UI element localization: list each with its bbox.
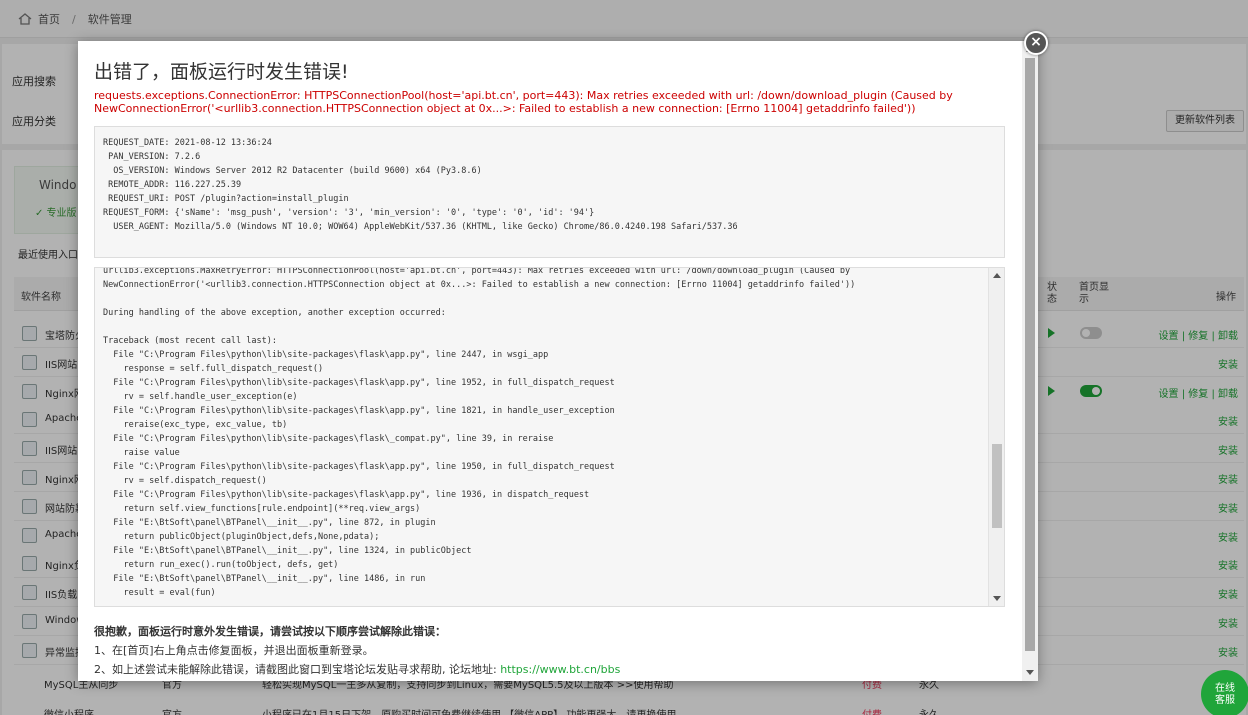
online-support-label: 在线 客服 (1215, 683, 1235, 706)
help-step-2: 2、如上述尝试未能解除此错误，请截图此窗口到宝塔论坛发贴寻求帮助, 论坛地址: … (94, 661, 620, 677)
traceback-line: File "C:\Program Files\python\lib\site-p… (103, 406, 615, 416)
traceback-line: File "C:\Program Files\python\lib\site-p… (103, 378, 615, 388)
traceback-line: File "C:\Program Files\python\lib\site-p… (103, 434, 554, 444)
scroll-thumb[interactable] (992, 444, 1002, 528)
modal-scroll-thumb[interactable] (1025, 58, 1035, 651)
traceback-line: rv = self.dispatch_request() (103, 476, 267, 486)
traceback-line (103, 320, 988, 334)
traceback-line: rv = self.handle_user_exception(e) (103, 392, 298, 402)
close-icon[interactable]: × (1024, 31, 1048, 55)
request-info-box: REQUEST_DATE: 2021-08-12 13:36:24 PAN_VE… (94, 126, 1005, 258)
traceback-line: reraise(exc_type, exc_value, tb) (103, 420, 288, 430)
forum-link[interactable]: https://www.bt.cn/bbs (500, 663, 620, 676)
traceback-line: return self.view_functions[rule.endpoint… (103, 504, 421, 514)
online-support-button[interactable]: 在线 客服 (1201, 670, 1248, 715)
modal-scrollbar[interactable] (1022, 41, 1038, 681)
help-step-2-text: 2、如上述尝试未能解除此错误，请截图此窗口到宝塔论坛发贴寻求帮助, 论坛地址: (94, 663, 501, 676)
traceback-line: result = eval(fun) (103, 588, 216, 598)
traceback-scrollbar[interactable] (988, 268, 1004, 606)
modal-scroll-down-icon[interactable] (1026, 670, 1034, 675)
traceback-line: urllib3.exceptions.MaxRetryError: HTTPSC… (103, 267, 856, 290)
traceback-line: Traceback (most recent call last): (103, 336, 277, 346)
help-title: 很抱歉，面板运行时意外发生错误，请尝试按以下顺序尝试解除此错误： (94, 625, 446, 638)
traceback-text: urllib3.exceptions.MaxRetryError: HTTPSC… (103, 267, 988, 600)
traceback-line: File "E:\BtSoft\panel\BTPanel\__init__.p… (103, 574, 426, 584)
request-info-line: REQUEST_URI: POST /plugin?action=install… (103, 194, 349, 204)
scroll-down-icon[interactable] (993, 596, 1001, 601)
modal-title: 出错了，面板运行时发生错误! (94, 61, 349, 83)
traceback-line: raise value (103, 448, 180, 458)
help-step-1: 1、在[首页]右上角点击修复面板，并退出面板重新登录。 (94, 644, 374, 657)
traceback-line: return publicObject(pluginObject,defs,No… (103, 532, 380, 542)
request-info-line: REMOTE_ADDR: 116.227.25.39 (103, 180, 242, 190)
traceback-line (103, 292, 988, 306)
error-message: requests.exceptions.ConnectionError: HTT… (94, 89, 953, 115)
request-info-line: PAN_VERSION: 7.2.6 (103, 152, 201, 162)
request-info-line: OS_VERSION: Windows Server 2012 R2 Datac… (103, 166, 482, 176)
traceback-box[interactable]: urllib3.exceptions.MaxRetryError: HTTPSC… (94, 267, 1005, 607)
traceback-line: File "C:\Program Files\python\lib\site-p… (103, 350, 549, 360)
traceback-line: File "E:\BtSoft\panel\BTPanel\__init__.p… (103, 546, 472, 556)
request-info-line: REQUEST_DATE: 2021-08-12 13:36:24 (103, 138, 272, 148)
error-modal: 出错了，面板运行时发生错误! requests.exceptions.Conne… (78, 41, 1038, 681)
traceback-line: File "C:\Program Files\python\lib\site-p… (103, 490, 590, 500)
traceback-line: response = self.full_dispatch_request() (103, 364, 324, 374)
traceback-line: During handling of the above exception, … (103, 308, 446, 318)
request-info-line: REQUEST_FORM: {'sName': 'msg_push', 'ver… (103, 208, 595, 218)
traceback-line: return run_exec().run(toObject, defs, ge… (103, 560, 339, 570)
scroll-up-icon[interactable] (993, 273, 1001, 278)
traceback-line: File "E:\BtSoft\panel\BTPanel\__init__.p… (103, 518, 436, 528)
request-info-line: USER_AGENT: Mozilla/5.0 (Windows NT 10.0… (103, 222, 738, 232)
traceback-line: File "C:\Program Files\python\lib\site-p… (103, 462, 615, 472)
